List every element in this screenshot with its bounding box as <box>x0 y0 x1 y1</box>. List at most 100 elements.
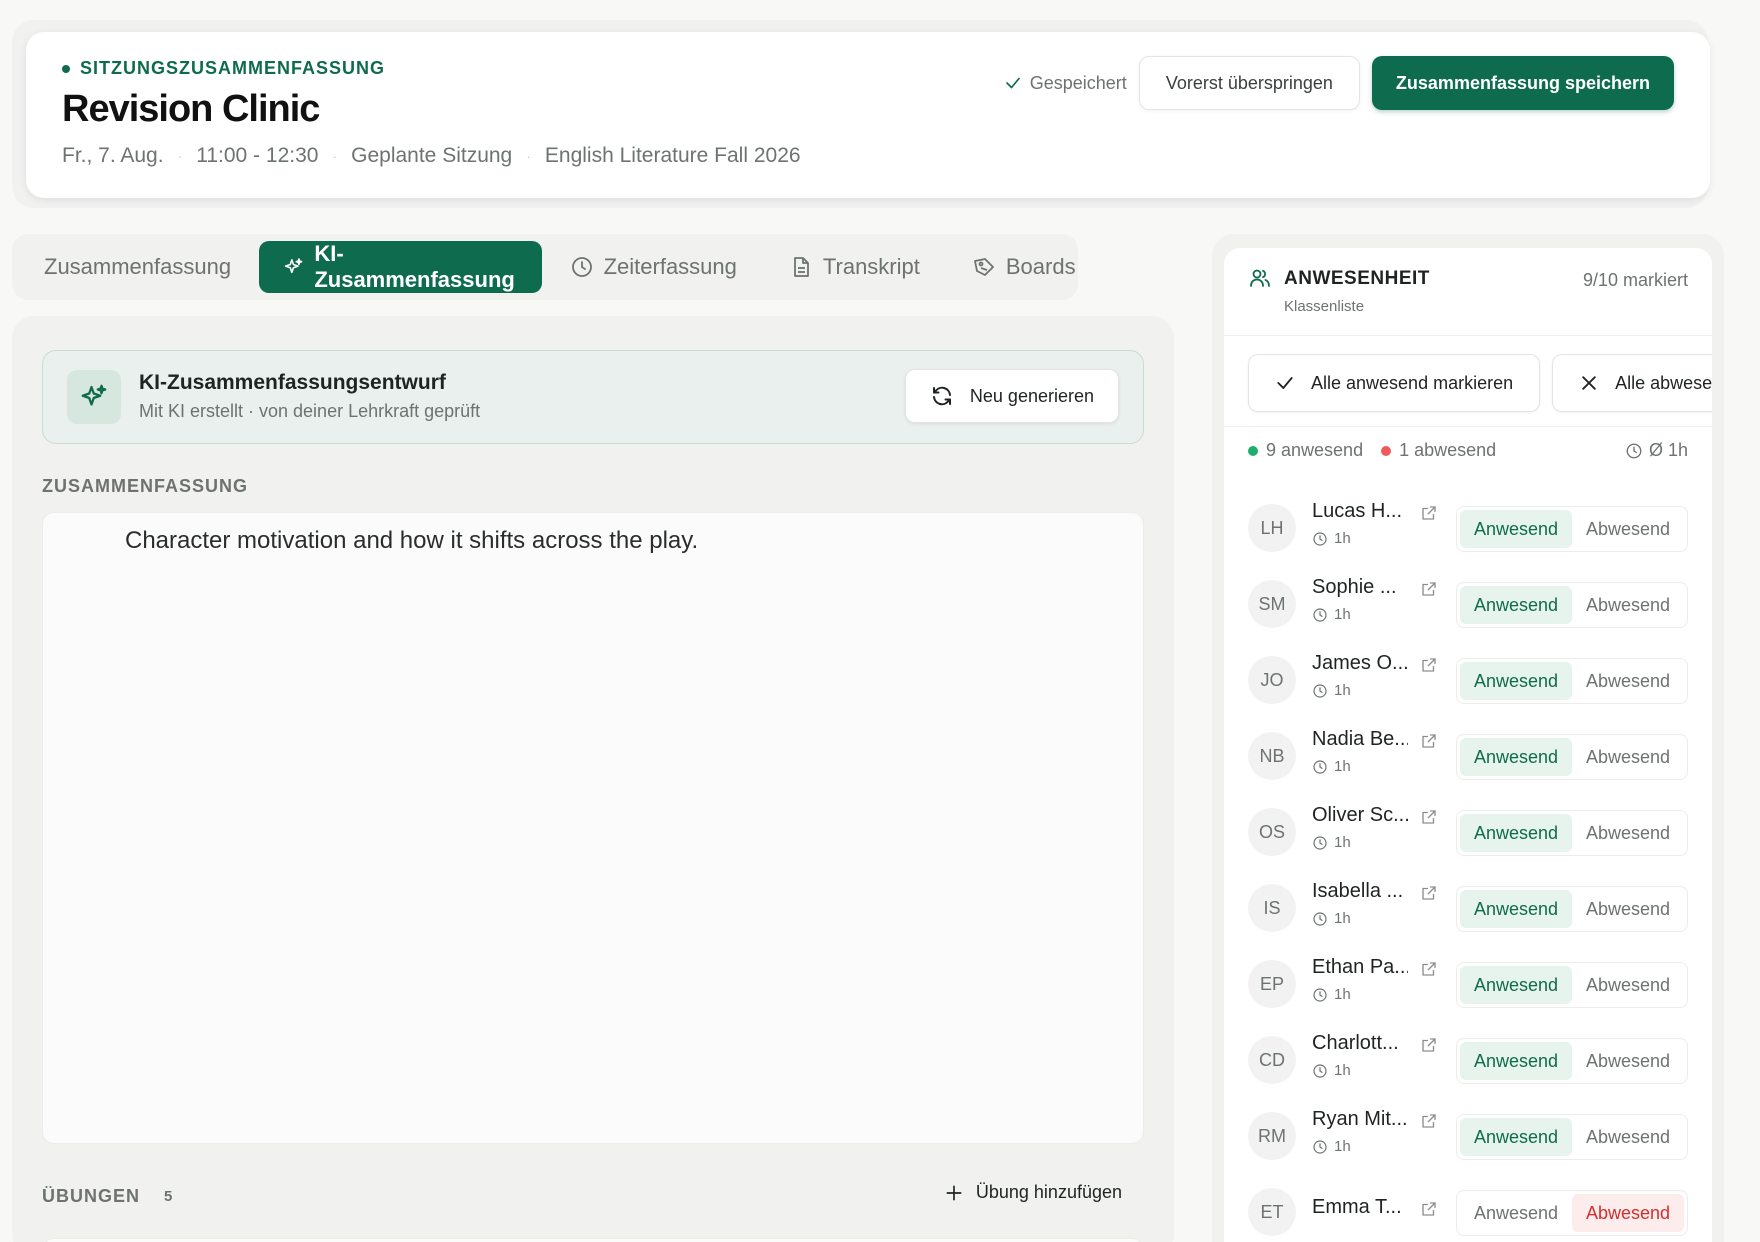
avatar: JO <box>1248 656 1296 704</box>
avatar: NB <box>1248 732 1296 780</box>
sparkle-icon <box>284 258 303 274</box>
present-dot <box>1248 445 1258 456</box>
present-option[interactable]: Anwesend <box>1460 586 1572 624</box>
avatar: CD <box>1248 1036 1296 1084</box>
student-name[interactable]: Ryan Mit... <box>1312 1108 1408 1131</box>
student-row: IS Isabella ... 1h Anwesend Abwesend <box>1248 872 1688 948</box>
absent-option[interactable]: Abwesend <box>1572 966 1684 1004</box>
tab-bar: Zusammenfassung KI-Zusammenfassung Zeite… <box>12 234 1078 300</box>
present-option[interactable]: Anwesend <box>1460 1194 1572 1232</box>
student-row: SM Sophie ... 1h Anwesend Abwesend <box>1248 568 1688 644</box>
external-link-icon[interactable] <box>1420 1112 1438 1130</box>
add-exercise-button[interactable]: Übung hinzufügen <box>944 1182 1122 1203</box>
clock-icon <box>1313 531 1327 546</box>
student-time: 1h <box>1312 986 1351 1003</box>
present-option[interactable]: Anwesend <box>1460 510 1572 548</box>
draft-title: KI-Zusammenfassungsentwurf <box>139 371 446 394</box>
skip-button[interactable]: Vorerst überspringen <box>1138 56 1360 110</box>
attendance-toggle: Anwesend Abwesend <box>1456 506 1688 552</box>
present-option[interactable]: Anwesend <box>1460 738 1572 776</box>
save-summary-button[interactable]: Zusammenfassung speichern <box>1371 56 1674 110</box>
avatar: SM <box>1248 580 1296 628</box>
attendance-toggle: Anwesend Abwesend <box>1456 1038 1688 1084</box>
regenerate-button[interactable]: Neu generieren <box>904 369 1119 423</box>
absent-option[interactable]: Abwesend <box>1572 586 1684 624</box>
session-meta: Fr., 7. Aug. · 11:00 - 12:30 · Geplante … <box>62 144 801 167</box>
external-link-icon[interactable] <box>1420 808 1438 826</box>
mark-all-absent-button[interactable]: Alle abwesend <box>1552 354 1712 412</box>
present-option[interactable]: Anwesend <box>1460 1118 1572 1156</box>
student-name[interactable]: Emma T... <box>1312 1196 1408 1219</box>
student-name[interactable]: Oliver Sc... <box>1312 804 1408 827</box>
student-row: JO James O... 1h Anwesend Abwesend <box>1248 644 1688 720</box>
external-link-icon[interactable] <box>1420 1200 1438 1218</box>
student-name[interactable]: Nadia Be... <box>1312 728 1408 751</box>
status-dot <box>62 64 70 73</box>
average-duration: Ø 1h <box>1625 440 1688 461</box>
student-row: NB Nadia Be... 1h Anwesend Abwesend <box>1248 720 1688 796</box>
tab-ai-summary[interactable]: KI-Zusammenfassung <box>259 241 542 293</box>
absent-option[interactable]: Abwesend <box>1572 890 1684 928</box>
absent-stat: 1 abwesend <box>1381 440 1496 461</box>
clock-icon <box>571 257 592 277</box>
attendance-stats: 9 anwesend 1 abwesend Ø 1h <box>1248 440 1688 461</box>
student-name[interactable]: Lucas H... <box>1312 500 1408 523</box>
tab-summary[interactable]: Zusammenfassung <box>20 241 255 293</box>
check-icon <box>1277 377 1293 389</box>
external-link-icon[interactable] <box>1420 884 1438 902</box>
check-icon <box>1005 77 1020 89</box>
external-link-icon[interactable] <box>1420 580 1438 598</box>
external-link-icon[interactable] <box>1420 656 1438 674</box>
external-link-icon[interactable] <box>1420 504 1438 522</box>
tab-time-tracking[interactable]: Zeiterfassung <box>546 241 761 293</box>
header-actions: Gespeichert Vorerst überspringen Zusamme… <box>1004 56 1674 110</box>
eyebrow-label: SITZUNGSZUSAMMENFASSUNG <box>80 58 386 78</box>
avatar: RM <box>1248 1112 1296 1160</box>
external-link-icon[interactable] <box>1420 1036 1438 1054</box>
summary-textarea[interactable]: Character motivation and how it shifts a… <box>42 512 1144 1144</box>
mark-all-present-button[interactable]: Alle anwesend markieren <box>1248 354 1541 412</box>
draft-subtitle: Mit KI erstellt · von deiner Lehrkraft g… <box>139 401 481 421</box>
present-option[interactable]: Anwesend <box>1460 1042 1572 1080</box>
external-link-icon[interactable] <box>1420 732 1438 750</box>
student-name[interactable]: Ethan Pa... <box>1312 956 1408 979</box>
student-name[interactable]: Isabella ... <box>1312 880 1408 903</box>
student-name[interactable]: Sophie ... <box>1312 576 1408 599</box>
exercises-label: ÜBUNGEN <box>42 1186 141 1206</box>
student-name[interactable]: James O... <box>1312 652 1408 675</box>
student-time: 1h <box>1312 1138 1351 1155</box>
clock-icon <box>1313 1063 1327 1078</box>
clock-icon <box>1313 835 1327 850</box>
present-option[interactable]: Anwesend <box>1460 890 1572 928</box>
eyebrow: SITZUNGSZUSAMMENFASSUNG <box>62 58 385 79</box>
session-time: 11:00 - 12:30 <box>196 144 319 167</box>
saved-status: Gespeichert <box>1004 73 1127 94</box>
summary-section-label: ZUSAMMENFASSUNG <box>42 476 249 496</box>
absent-option[interactable]: Abwesend <box>1572 510 1684 548</box>
session-course: English Literature Fall 2026 <box>544 144 801 167</box>
attendance-toggle: Anwesend Abwesend <box>1456 810 1688 856</box>
external-link-icon[interactable] <box>1420 960 1438 978</box>
tab-transcript[interactable]: Transkript <box>765 241 944 293</box>
absent-option[interactable]: Abwesend <box>1572 738 1684 776</box>
absent-option[interactable]: Abwesend <box>1572 1194 1684 1232</box>
attendance-toggle: Anwesend Abwesend <box>1456 962 1688 1008</box>
present-option[interactable]: Anwesend <box>1460 814 1572 852</box>
attendance-toggle: Anwesend Abwesend <box>1456 734 1688 780</box>
present-option[interactable]: Anwesend <box>1460 966 1572 1004</box>
absent-option[interactable]: Abwesend <box>1572 1118 1684 1156</box>
student-row: ET Emma T... Anwesend Abwesend <box>1248 1176 1688 1242</box>
tab-boards[interactable]: Boards <box>948 241 1100 293</box>
student-name[interactable]: Charlott... <box>1312 1032 1408 1055</box>
present-stat: 9 anwesend <box>1248 440 1363 461</box>
absent-option[interactable]: Abwesend <box>1572 662 1684 700</box>
refresh-icon <box>932 386 951 406</box>
absent-option[interactable]: Abwesend <box>1572 1042 1684 1080</box>
absent-option[interactable]: Abwesend <box>1572 814 1684 852</box>
present-option[interactable]: Anwesend <box>1460 662 1572 700</box>
summary-text: Character motivation and how it shifts a… <box>125 527 699 554</box>
clock-icon <box>1313 987 1327 1002</box>
avatar: EP <box>1248 960 1296 1008</box>
student-row: CD Charlott... 1h Anwesend Abwesend <box>1248 1024 1688 1100</box>
absent-dot <box>1381 445 1392 456</box>
